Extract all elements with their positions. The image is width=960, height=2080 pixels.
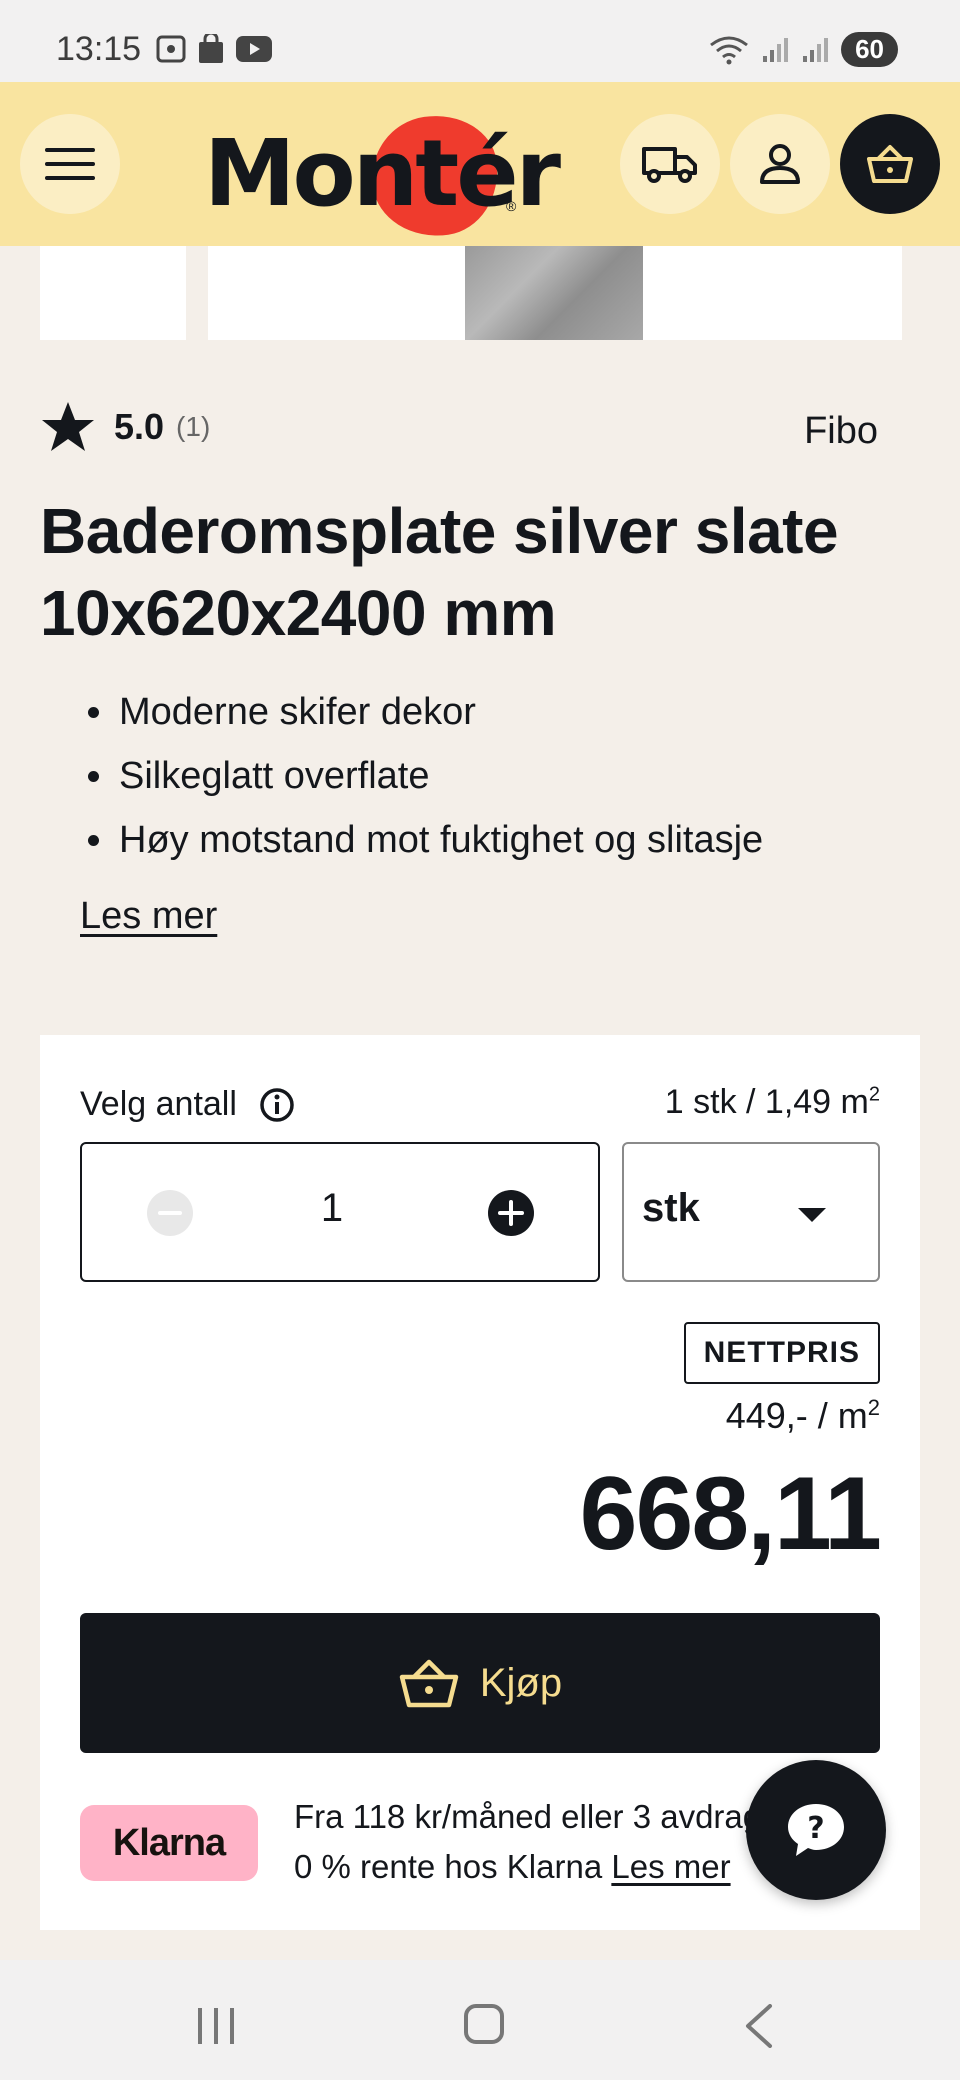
klarna-info: Fra 118 kr/måned eller 3 avdrag 0 % rent…	[294, 1792, 774, 1892]
klarna-read-more-link[interactable]: Les mer	[611, 1848, 730, 1885]
status-notification-icons	[156, 34, 272, 64]
unit-price-sup: 2	[867, 1395, 880, 1420]
buy-button[interactable]: Kjøp	[80, 1613, 880, 1753]
youtube-icon	[236, 36, 272, 62]
klarna-logo: Klarna	[80, 1805, 258, 1881]
product-image-slate	[465, 246, 643, 340]
unit-conversion-text: 1 stk / 1,49 m	[664, 1083, 869, 1121]
site-header: Montér ®	[0, 82, 960, 246]
basket-icon	[399, 1659, 459, 1708]
logo-registered-mark: ®	[506, 198, 517, 214]
total-price: 668,11	[579, 1456, 882, 1572]
product-rating[interactable]: 5.0 (1)	[40, 400, 210, 454]
klarna-line-1: Fra 118 kr/måned eller 3 avdrag	[294, 1798, 762, 1835]
logo[interactable]: Montér ®	[204, 107, 561, 245]
product-brand[interactable]: Fibo	[804, 410, 878, 453]
wifi-icon	[710, 36, 748, 64]
quantity-stepper: 1	[80, 1142, 600, 1282]
status-system-icons: 60	[709, 32, 898, 67]
svg-text:?: ?	[807, 1811, 824, 1846]
decrease-button[interactable]	[147, 1190, 193, 1236]
rating-count: (1)	[176, 411, 211, 442]
back-icon[interactable]	[744, 2004, 774, 2048]
account-button[interactable]	[730, 114, 830, 214]
feature-item: Moderne skifer dekor	[82, 680, 763, 744]
cart-icon	[867, 145, 913, 183]
star-icon	[42, 402, 94, 451]
product-title: Baderomsplate silver slate 10x620x2400 m…	[40, 495, 839, 649]
quantity-label-row: Velg antall	[80, 1085, 295, 1124]
price-badge: NETTPRIS	[683, 1322, 880, 1384]
unit-conversion-sup: 2	[868, 1083, 880, 1106]
logo-text: Montér	[204, 120, 561, 227]
screenshot-icon	[156, 35, 186, 63]
home-icon[interactable]	[464, 2004, 504, 2044]
unit-price-text: 449,- / m	[725, 1395, 868, 1436]
buy-label: Kjøp	[479, 1660, 563, 1705]
help-button[interactable]: ?	[746, 1760, 886, 1900]
unit-conversion: 1 stk / 1,49 m2	[665, 1083, 880, 1122]
product-thumbnail[interactable]	[40, 246, 186, 340]
plus-icon	[498, 1200, 524, 1226]
unit-select[interactable]: stk	[622, 1142, 880, 1282]
signal-icon	[763, 37, 789, 62]
read-more-link[interactable]: Les mer	[80, 895, 217, 938]
quantity-label: Velg antall	[80, 1085, 237, 1123]
feature-item: Silkeglatt overflate	[82, 744, 763, 808]
caret-down-icon	[798, 1208, 826, 1222]
delivery-button[interactable]	[620, 114, 720, 214]
system-nav-bar	[0, 1960, 960, 2080]
menu-icon	[45, 148, 95, 180]
truck-icon	[642, 147, 697, 183]
quantity-value[interactable]: 1	[282, 1186, 382, 1231]
recent-apps-icon[interactable]	[196, 2006, 236, 2046]
chat-question-icon: ?	[788, 1804, 844, 1856]
battery-indicator: 60	[841, 32, 898, 67]
increase-button[interactable]	[488, 1190, 534, 1236]
signal-icon	[803, 37, 829, 62]
klarna-line-2: 0 % rente hos Klarna Les mer	[294, 1842, 774, 1892]
klarna-line-2-text: 0 % rente hos Klarna	[294, 1848, 603, 1885]
shopping-bag-icon	[199, 34, 223, 63]
menu-button[interactable]	[20, 114, 120, 214]
user-icon	[760, 144, 800, 184]
info-icon[interactable]	[259, 1087, 295, 1123]
status-time: 13:15	[56, 30, 142, 68]
rating-value: 5.0	[114, 406, 165, 447]
unit-price: 449,- / m2	[726, 1395, 880, 1437]
cart-button[interactable]	[840, 114, 940, 214]
product-features: Moderne skifer dekor Silkeglatt overflat…	[82, 680, 763, 872]
unit-select-value: stk	[642, 1186, 700, 1230]
status-bar: 13:15 60	[0, 0, 960, 82]
minus-icon	[158, 1211, 182, 1215]
feature-item: Høy motstand mot fuktighet og slitasje	[82, 808, 763, 872]
